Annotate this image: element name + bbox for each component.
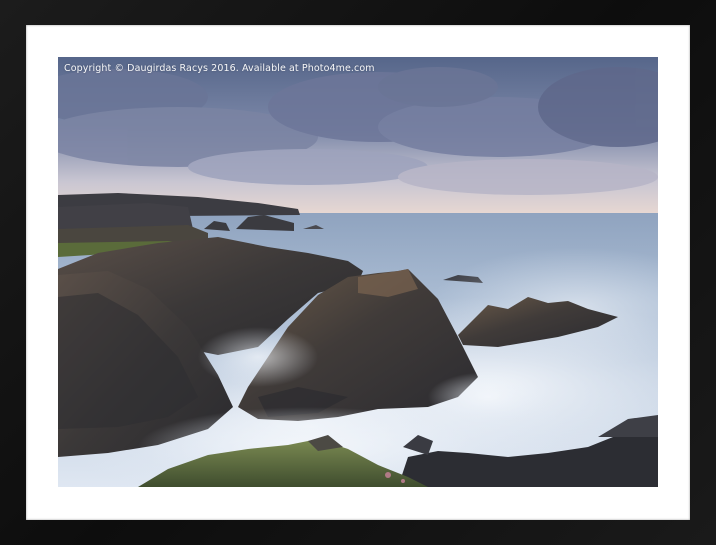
copyright-watermark: Copyright © Daugirdas Racys 2016. Availa… (64, 63, 375, 74)
seascape-photo (58, 57, 658, 487)
